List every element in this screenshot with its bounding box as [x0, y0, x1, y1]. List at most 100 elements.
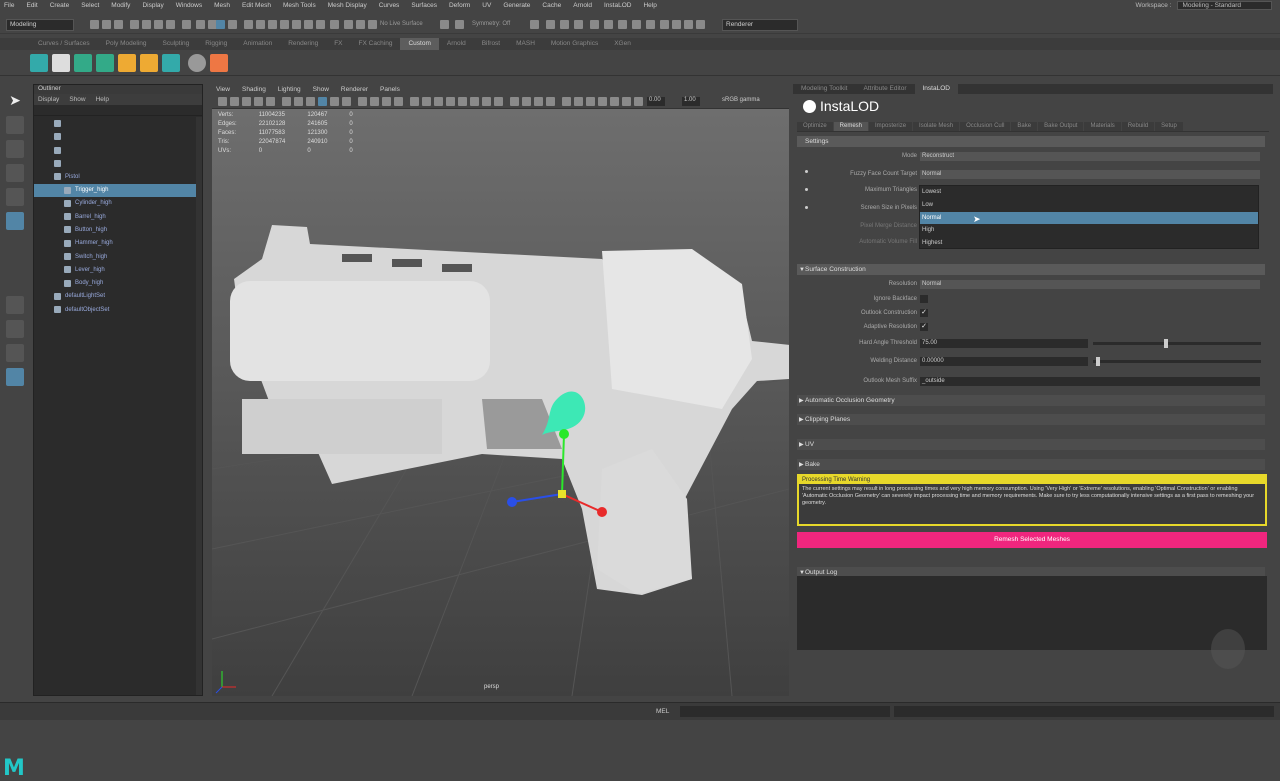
statusline-tool-icon[interactable] — [90, 20, 99, 29]
outliner-menu-display[interactable]: Display — [38, 96, 59, 103]
statusline-tool-icon[interactable] — [268, 20, 277, 29]
viewport-3d[interactable]: View Shading Lighting Show Renderer Pane… — [212, 84, 789, 696]
select-tool-icon[interactable]: ➤ — [6, 92, 24, 110]
gamma-field[interactable]: 1.00 — [682, 97, 700, 106]
tool-tab-bake-output[interactable]: Bake Output — [1038, 122, 1084, 131]
statusline-tool-icon[interactable] — [102, 20, 111, 29]
dropdown-option[interactable]: Lowest — [920, 186, 1258, 198]
outliner-item[interactable]: Pistol — [34, 170, 196, 183]
tool-tab-occlusion-cull[interactable]: Occlusion Cull — [960, 122, 1011, 131]
mel-input[interactable] — [680, 706, 890, 717]
statusline-tool-icon[interactable] — [574, 20, 583, 29]
tool-tab-rebuild[interactable]: Rebuild — [1121, 122, 1155, 131]
menu-edit[interactable]: Edit — [26, 2, 37, 9]
outliner-item[interactable]: defaultLightSet — [34, 290, 196, 303]
statusline-tool-icon[interactable] — [130, 20, 139, 29]
mel-label[interactable]: MEL — [656, 708, 669, 715]
scale-tool-icon[interactable] — [6, 212, 24, 230]
outlook-construction-checkbox[interactable]: ✓ — [920, 309, 928, 317]
tool-tab-imposterize[interactable]: Imposterize — [869, 122, 913, 131]
viewport-tool-icon[interactable] — [494, 97, 503, 106]
viewport-tool-icon[interactable] — [410, 97, 419, 106]
gear-icon[interactable] — [188, 54, 206, 72]
welding-distance-slider[interactable] — [1093, 357, 1261, 366]
shelf-tab-bifrost[interactable]: Bifrost — [474, 38, 508, 50]
menu-cache[interactable]: Cache — [542, 2, 561, 9]
paint-tool-icon[interactable] — [6, 140, 24, 158]
viewport-tool-icon[interactable] — [422, 97, 431, 106]
statusline-tool-icon[interactable] — [196, 20, 205, 29]
resolution-dropdown[interactable]: Normal — [920, 280, 1260, 289]
viewport-tool-icon[interactable] — [482, 97, 491, 106]
hard-angle-field[interactable]: 75.00 — [920, 339, 1088, 348]
statusline-tool-icon[interactable] — [660, 20, 669, 29]
outliner-item[interactable] — [34, 130, 196, 143]
menu-instalod[interactable]: InstaLOD — [604, 2, 631, 9]
statusline-tool-icon[interactable] — [590, 20, 599, 29]
menu-surfaces[interactable]: Surfaces — [411, 2, 437, 9]
tool-tab-bake[interactable]: Bake — [1011, 122, 1038, 131]
statusline-tool-icon[interactable] — [316, 20, 325, 29]
outliner-item[interactable]: Lever_high — [34, 263, 196, 276]
outliner-item[interactable]: Cylinder_high — [34, 197, 196, 210]
menu-windows[interactable]: Windows — [176, 2, 202, 9]
uv-section-header[interactable]: ▶ UV — [797, 439, 1265, 450]
menu-arnold[interactable]: Arnold — [573, 2, 592, 9]
viewport-tool-icon[interactable] — [306, 97, 315, 106]
tool-tab-materials[interactable]: Materials — [1084, 122, 1121, 131]
viewport-tool-icon[interactable] — [598, 97, 607, 106]
viewport-tool-icon[interactable] — [534, 97, 543, 106]
statusline-tool-icon[interactable] — [244, 20, 253, 29]
statusline-tool-icon[interactable] — [256, 20, 265, 29]
welding-distance-field[interactable]: 0.00000 — [920, 357, 1088, 366]
shelf-button-1[interactable] — [30, 54, 48, 72]
viewport-tool-icon[interactable] — [330, 97, 339, 106]
viewport-tool-icon[interactable] — [218, 97, 227, 106]
tool-tab-setup[interactable]: Setup — [1155, 122, 1183, 131]
menu-mesh[interactable]: Mesh — [214, 2, 230, 9]
viewport-tool-icon[interactable] — [266, 97, 275, 106]
vp-menu-lighting[interactable]: Lighting — [278, 86, 301, 93]
statusline-tool-icon[interactable] — [114, 20, 123, 29]
tool-tab-remesh[interactable]: Remesh — [833, 122, 869, 131]
four-pane-layout-icon[interactable] — [6, 320, 24, 338]
outliner-item[interactable]: defaultObjectSet — [34, 303, 196, 316]
lasso-tool-icon[interactable] — [6, 116, 24, 134]
outliner-item[interactable]: Barrel_high — [34, 210, 196, 223]
shelf-tab-xgen[interactable]: XGen — [606, 38, 639, 50]
statusline-tool-icon[interactable] — [696, 20, 705, 29]
bake-section-header[interactable]: ▶ Bake — [797, 459, 1265, 470]
outliner-layout-icon[interactable] — [6, 368, 24, 386]
shelf-tab-fx[interactable]: FX — [326, 38, 350, 50]
shelf-button-7[interactable] — [162, 54, 180, 72]
hard-angle-slider[interactable] — [1093, 339, 1261, 348]
shelf-button-8[interactable] — [210, 54, 228, 72]
viewport-tool-icon[interactable] — [394, 97, 403, 106]
clipping-planes-header[interactable]: ▶ Clipping Planes — [797, 414, 1265, 425]
statusline-tool-icon[interactable] — [546, 20, 555, 29]
shelf-button-4[interactable] — [96, 54, 114, 72]
shelf-tab-curves-surfaces[interactable]: Curves / Surfaces — [30, 38, 98, 50]
outliner-item[interactable]: Body_high — [34, 277, 196, 290]
statusline-tool-icon[interactable] — [280, 20, 289, 29]
menu-create[interactable]: Create — [50, 2, 70, 9]
vp-menu-panels[interactable]: Panels — [380, 86, 400, 93]
outliner-search-input[interactable] — [34, 105, 202, 116]
viewport-tool-icon[interactable] — [610, 97, 619, 106]
viewport-tool-icon[interactable] — [586, 97, 595, 106]
viewport-tool-icon[interactable] — [230, 97, 239, 106]
shelf-button-6[interactable] — [140, 54, 158, 72]
viewport-tool-icon[interactable] — [370, 97, 379, 106]
viewport-tool-icon[interactable] — [562, 97, 571, 106]
outliner-item[interactable] — [34, 117, 196, 130]
statusline-tool-icon[interactable] — [618, 20, 627, 29]
statusline-tool-icon[interactable] — [228, 20, 237, 29]
outliner-item[interactable] — [34, 144, 196, 157]
viewport-tool-icon[interactable] — [242, 97, 251, 106]
statusline-tool-icon[interactable] — [166, 20, 175, 29]
statusline-tool-icon[interactable] — [330, 20, 339, 29]
statusline-tool-icon[interactable] — [154, 20, 163, 29]
viewport-tool-icon[interactable] — [342, 97, 351, 106]
viewport-tool-icon[interactable] — [574, 97, 583, 106]
outliner-scrollbar[interactable] — [196, 117, 202, 695]
